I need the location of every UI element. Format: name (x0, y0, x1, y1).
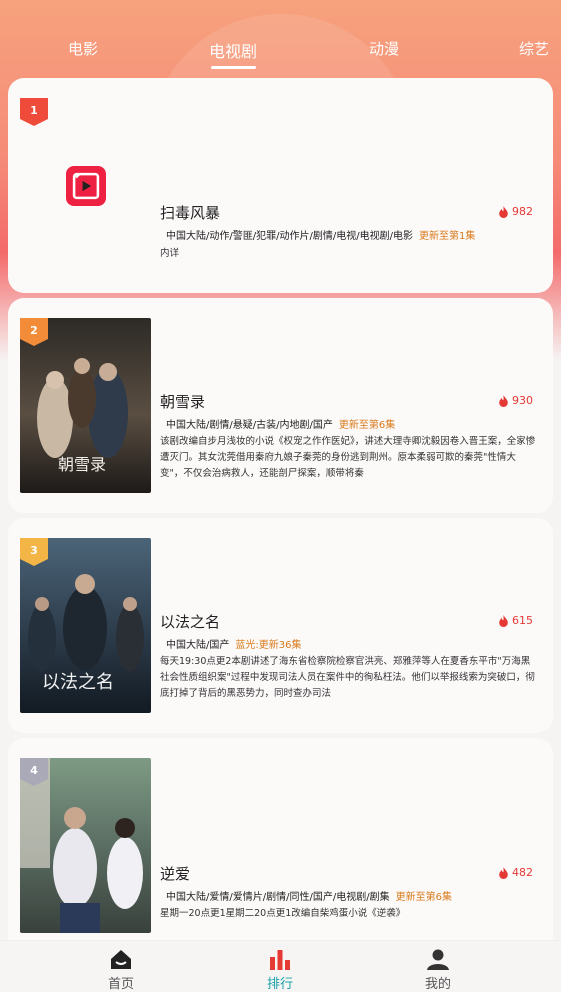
svg-text:以法之名: 以法之名 (42, 672, 114, 693)
poster-image[interactable] (20, 758, 151, 933)
nav-home-label: 首页 (107, 977, 134, 992)
heat-value: 982 (512, 205, 533, 218)
heat-value: 615 (512, 614, 533, 627)
item-tags: 中国大陆/国产 蓝光:更新36集 (166, 636, 301, 651)
app-logo-icon (66, 166, 106, 206)
fire-icon (499, 866, 508, 879)
svg-text:朝雪录: 朝雪录 (58, 455, 106, 474)
item-title[interactable]: 逆爱 (160, 863, 190, 884)
fire-icon (499, 394, 508, 407)
item-description: 内详 (160, 248, 180, 259)
fire-icon (499, 614, 508, 627)
nav-home[interactable]: 首页 (91, 947, 151, 992)
list-item[interactable]: 1 扫毒风暴 982 中国大陆/动作/警匪/犯罪/动作片/剧情/电视/电视剧/电… (8, 78, 553, 293)
bottom-navigation: 首页 排行 我的 (0, 940, 561, 992)
genre-tags: 中国大陆/剧情/悬疑/古装/内地剧/国产 (166, 420, 333, 431)
user-icon (427, 949, 449, 970)
heat-value: 930 (512, 394, 533, 407)
list-item[interactable]: 朝雪录 2 朝雪录 930 中国大陆/剧情/悬疑/古装/内地剧/国产 更新至第6集… (8, 298, 553, 513)
item-title[interactable]: 朝雪录 (160, 391, 205, 412)
heat-score: 982 (498, 205, 533, 218)
item-tags: 中国大陆/动作/警匪/犯罪/动作片/剧情/电视/电视剧/电影 更新至第1集 (166, 227, 475, 242)
nav-mine-label: 我的 (424, 977, 451, 992)
item-tags: 中国大陆/爱情/爱情片/剧情/同性/国产/电视剧/剧集 更新至第6集 (166, 888, 452, 903)
update-status: 蓝光:更新36集 (235, 640, 302, 651)
home-icon (111, 950, 131, 969)
heat-value: 482 (512, 866, 533, 879)
nav-mine[interactable]: 我的 (408, 947, 468, 992)
tab-variety[interactable]: 综艺 (519, 38, 549, 59)
heat-score: 615 (498, 614, 533, 627)
item-title[interactable]: 以法之名 (160, 611, 220, 632)
update-status: 更新至第6集 (338, 420, 396, 431)
item-description: 该剧改编自步月浅妆的小说《权宠之作作医妃》，讲述大理寺卿沈毅因卷入晋王案，全家惨… (160, 436, 536, 479)
genre-tags: 中国大陆/爱情/爱情片/剧情/同性/国产/电视剧/剧集 (166, 892, 390, 903)
genre-tags: 中国大陆/动作/警匪/犯罪/动作片/剧情/电视/电视剧/电影 (166, 231, 413, 242)
item-tags: 中国大陆/剧情/悬疑/古装/内地剧/国产 更新至第6集 (166, 416, 395, 431)
poster-image[interactable]: 朝雪录 (20, 318, 151, 493)
item-description: 每天19:30点更2本剧讲述了海东省检察院检察官洪亮、郑雅萍等人在夏香东平市"万… (160, 656, 535, 699)
bar-chart-icon (270, 950, 290, 970)
nav-rank-label: 排行 (266, 977, 293, 992)
nav-rank[interactable]: 排行 (250, 947, 310, 992)
tab-anime[interactable]: 动漫 (369, 38, 399, 59)
list-item[interactable]: 以法之名 3 以法之名 615 中国大陆/国产 蓝光:更新36集 每天19:30点… (8, 518, 553, 733)
active-tab-indicator (211, 66, 256, 69)
ranking-list[interactable]: 1 扫毒风暴 982 中国大陆/动作/警匪/犯罪/动作片/剧情/电视/电视剧/电… (0, 78, 561, 940)
heat-score: 930 (498, 394, 533, 407)
tab-tv-series[interactable]: 电视剧 (209, 38, 257, 62)
update-status: 更新至第6集 (395, 892, 452, 903)
heat-score: 482 (498, 866, 533, 879)
item-description: 星期一20点更1星期二20点更1改编自柴鸡蛋小说《逆袭》 (160, 908, 406, 919)
rank-badge: 1 (20, 98, 48, 126)
poster-image[interactable]: 以法之名 (20, 538, 151, 713)
list-item[interactable]: 4 逆爱 482 中国大陆/爱情/爱情片/剧情/同性/国产/电视剧/剧集 更新至第… (8, 738, 553, 940)
category-tabs: 电影 电视剧 动漫 综艺 (0, 0, 561, 76)
tab-movie[interactable]: 电影 (68, 38, 98, 59)
update-status: 更新至第1集 (418, 231, 476, 242)
fire-icon (499, 205, 508, 218)
item-title[interactable]: 扫毒风暴 (160, 202, 220, 223)
genre-tags: 中国大陆/国产 (166, 640, 230, 651)
